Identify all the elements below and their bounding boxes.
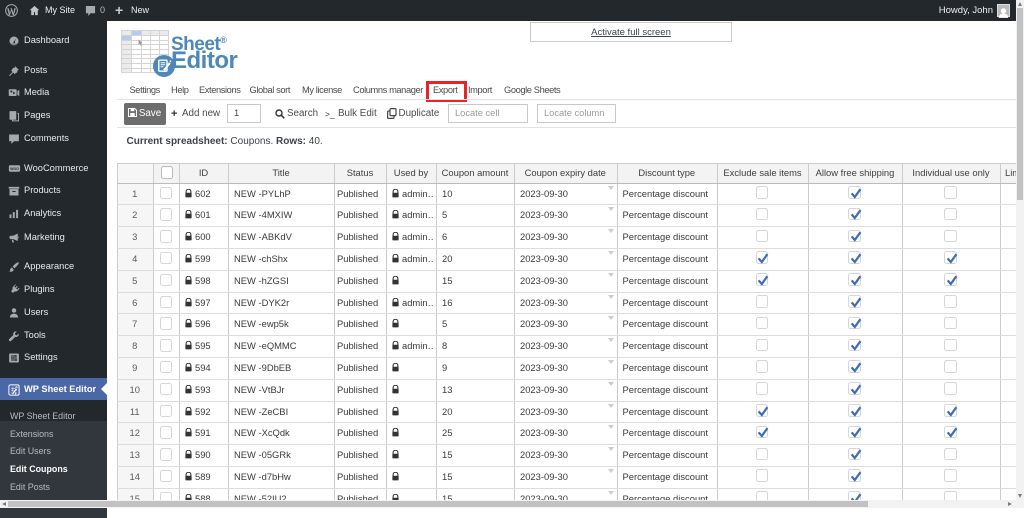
svg-text:WOO: WOO	[10, 167, 19, 171]
